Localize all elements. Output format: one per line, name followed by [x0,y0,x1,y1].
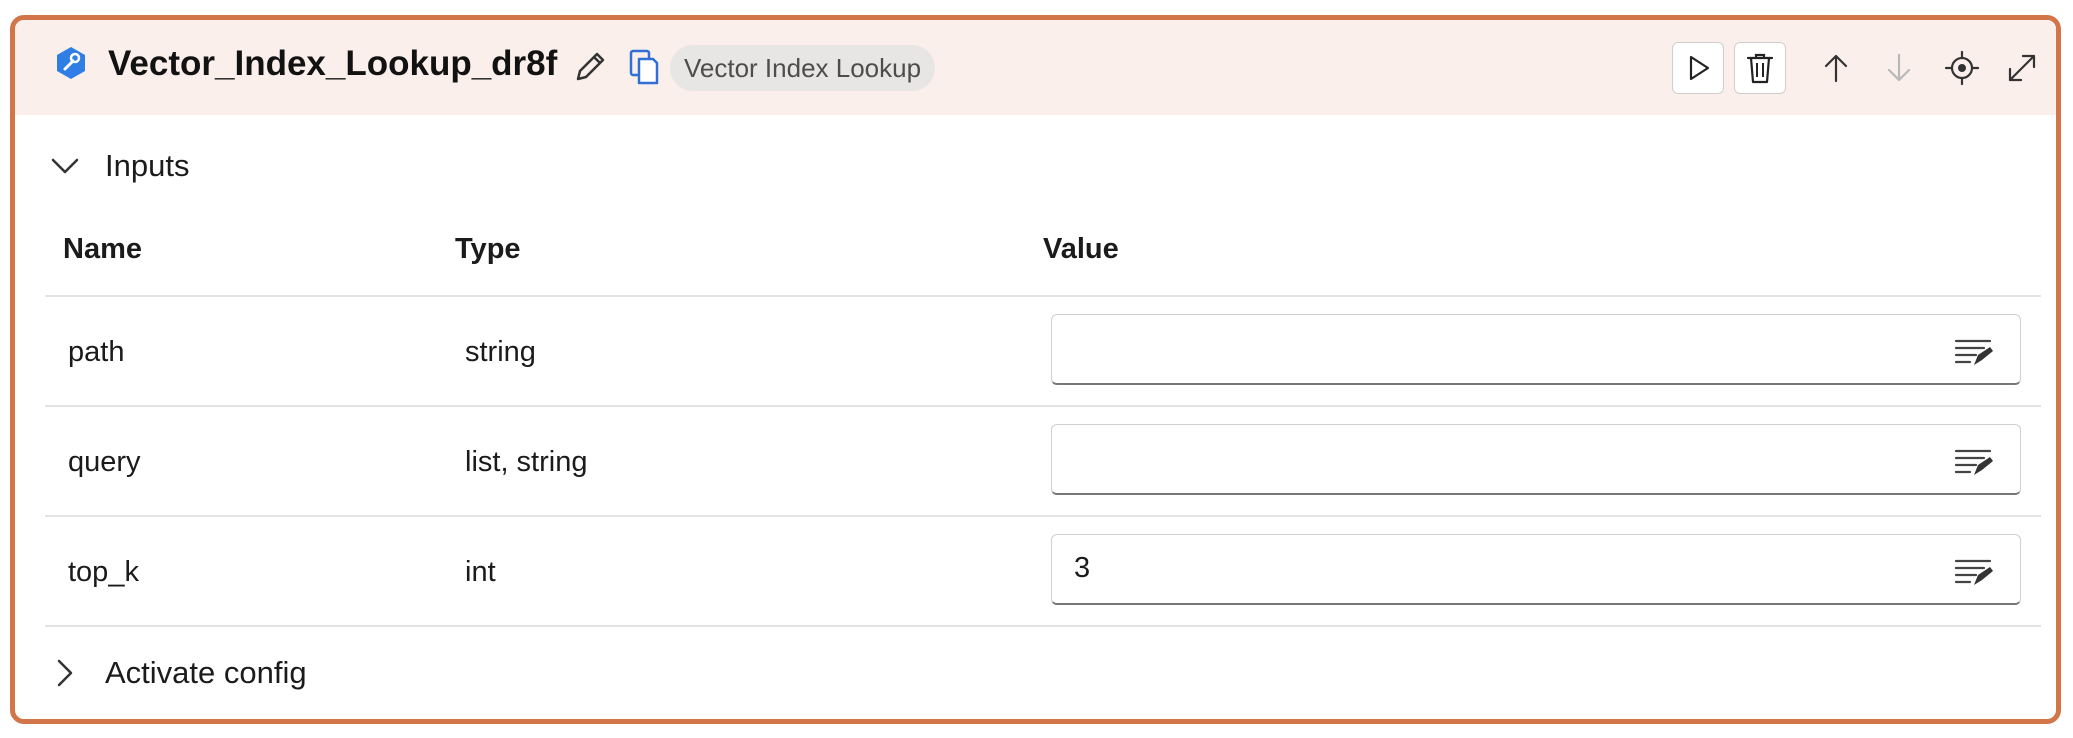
divider [45,625,2041,627]
column-header-name: Name [63,233,142,265]
value-input-top-k[interactable]: 3 [1051,534,2021,605]
edit-value-icon[interactable] [1954,445,1994,479]
node-title: Vector_Index_Lookup_dr8f [108,44,558,83]
node-header: Vector_Index_Lookup_dr8f Vector Index Lo… [15,20,2056,115]
target-icon [1944,50,1980,86]
edit-value-icon[interactable] [1954,335,1994,369]
arrow-up-icon [1824,54,1848,83]
inputs-section-title: Inputs [105,148,190,183]
activate-config-section-toggle[interactable]: Activate config [49,655,307,691]
tool-type-badge: Vector Index Lookup [670,45,936,91]
chevron-down-icon [51,158,79,174]
run-button[interactable] [1672,42,1724,94]
input-type-path: string [465,336,536,368]
wrench-hexagon-icon [57,47,85,79]
divider [45,405,2041,407]
expand-button[interactable] [2000,46,2044,90]
move-down-button[interactable] [1877,46,1921,90]
inputs-section-toggle[interactable]: Inputs [49,148,189,184]
pencil-icon[interactable] [570,47,610,87]
locate-button[interactable] [1940,46,1984,90]
input-name-top-k: top_k [68,556,139,588]
input-name-query: query [68,446,141,478]
activate-config-section-title: Activate config [105,655,307,690]
delete-button[interactable] [1734,42,1786,94]
divider [45,295,2041,297]
value-text: 3 [1074,552,1091,584]
value-input-path[interactable] [1051,314,2021,385]
chevron-right-icon [57,659,73,687]
value-input-query[interactable] [1051,424,2021,495]
move-up-button[interactable] [1814,46,1858,90]
divider [45,515,2041,517]
trash-icon [1746,53,1774,84]
play-icon [1689,55,1710,81]
input-type-top-k: int [465,556,496,588]
expand-icon [2008,54,2036,82]
arrow-down-icon [1887,53,1911,82]
node-card: Vector_Index_Lookup_dr8f Vector Index Lo… [10,15,2061,724]
input-type-query: list, string [465,446,588,478]
input-name-path: path [68,336,125,368]
column-header-value: Value [1043,233,1119,265]
edit-value-icon[interactable] [1954,555,1994,589]
copy-icon[interactable] [627,47,663,87]
column-header-type: Type [455,233,521,265]
